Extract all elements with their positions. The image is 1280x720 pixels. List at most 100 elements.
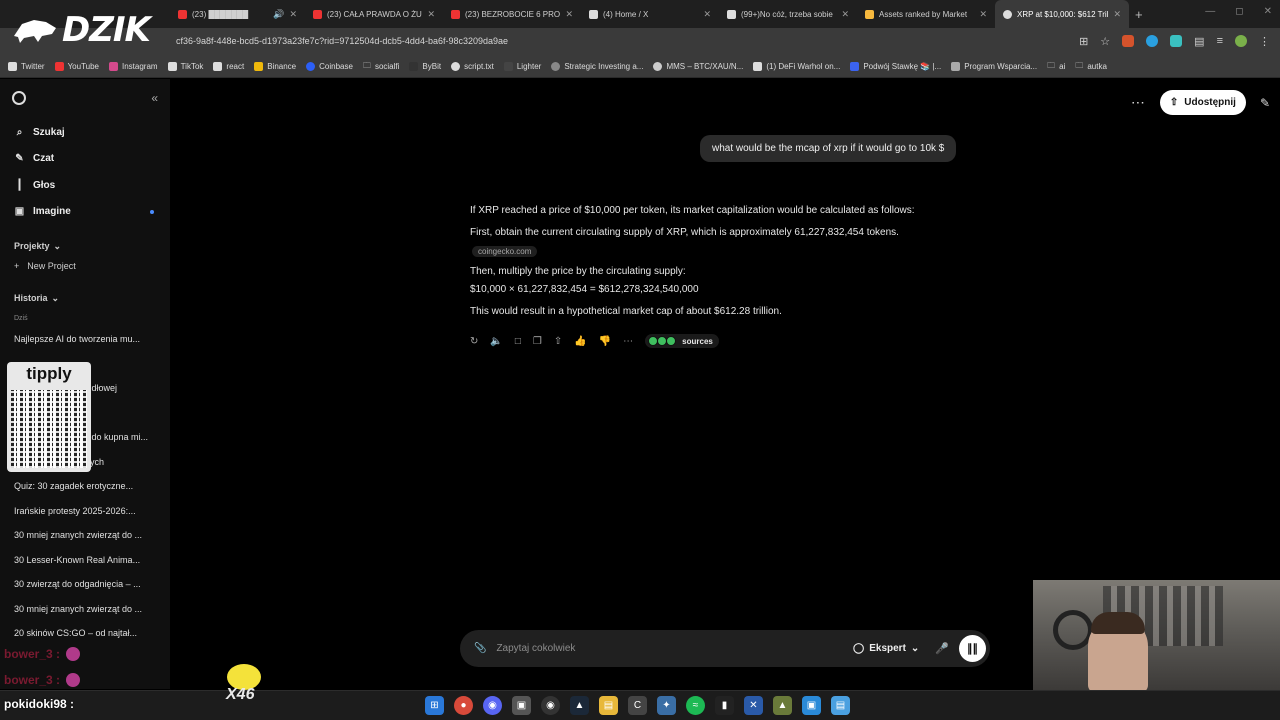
- microphone-icon[interactable]: 🎤: [935, 642, 949, 655]
- browser-tab[interactable]: (23) ███████ 🔊 ✕: [170, 0, 305, 28]
- minimize-icon[interactable]: —: [1205, 6, 1215, 17]
- history-item[interactable]: Najlepsze AI do tworzenia mu...: [0, 327, 160, 352]
- app-icon[interactable]: ▣: [512, 696, 531, 715]
- bookmark[interactable]: Instagram: [109, 62, 158, 71]
- bookmark[interactable]: react: [213, 62, 244, 71]
- browser-tab[interactable]: (4) Home / X ✕: [581, 0, 719, 28]
- close-tab-icon[interactable]: ✕: [427, 9, 435, 20]
- bookmark-star-icon[interactable]: ☆: [1100, 35, 1110, 48]
- regenerate-icon[interactable]: ↻: [470, 336, 478, 347]
- install-app-icon[interactable]: ⊞: [1079, 35, 1088, 48]
- sources-button[interactable]: sources: [645, 334, 719, 348]
- history-item[interactable]: 20 skinów CS:GO – od najtał...: [0, 621, 160, 646]
- read-aloud-icon[interactable]: 🔈: [490, 336, 502, 347]
- app-icon[interactable]: ▮: [715, 696, 734, 715]
- thumbs-down-icon[interactable]: 👎: [599, 336, 611, 347]
- bookmark-folder[interactable]: 🗀 ai: [1047, 60, 1065, 74]
- maximize-icon[interactable]: ◻: [1235, 6, 1243, 17]
- bookmark[interactable]: script.txt: [451, 62, 494, 71]
- extension-icon[interactable]: [1122, 35, 1135, 47]
- new-chat-icon[interactable]: ✎: [1260, 96, 1270, 110]
- sidebar-item-search[interactable]: ⌕ Szukaj: [6, 119, 164, 146]
- file-explorer-icon[interactable]: ▤: [599, 696, 618, 715]
- new-tab-icon[interactable]: +: [1135, 7, 1143, 22]
- bookmark[interactable]: Podwój Stawkę 📚 |...: [850, 62, 941, 71]
- bookmark[interactable]: Lighter: [503, 62, 541, 71]
- close-tab-icon[interactable]: ✕: [841, 9, 849, 20]
- windows-start-icon[interactable]: ⊞: [425, 696, 444, 715]
- voice-mode-button[interactable]: ∥∥: [959, 635, 986, 662]
- steam-icon[interactable]: ▲: [570, 696, 589, 715]
- comment-icon[interactable]: □: [515, 336, 521, 347]
- history-item[interactable]: 30 mniej znanych zwierząt do ...: [0, 523, 160, 548]
- x-icon[interactable]: ✕: [744, 696, 763, 715]
- history-item[interactable]: 30 Lesser-Known Real Anima...: [0, 548, 160, 573]
- close-tab-icon[interactable]: ✕: [289, 9, 297, 20]
- copy-icon[interactable]: ❐: [533, 336, 542, 347]
- more-icon[interactable]: ⋯: [623, 336, 633, 347]
- bookmark[interactable]: YouTube: [54, 62, 99, 71]
- close-tab-icon[interactable]: ✕: [1113, 9, 1121, 20]
- profile-avatar[interactable]: [1235, 35, 1247, 47]
- bookmark-folder[interactable]: 🗀 socialfi: [363, 60, 399, 74]
- spotify-icon[interactable]: ≈: [686, 696, 705, 715]
- discord-icon[interactable]: ◉: [483, 696, 502, 715]
- history-item[interactable]: Irańskie protesty 2025-2026:...: [0, 499, 160, 524]
- grok-logo-icon[interactable]: [12, 91, 26, 105]
- answer-paragraph: This would result in a hypothetical mark…: [470, 306, 782, 317]
- history-item[interactable]: Quiz: 30 zagadek erotyczne...: [0, 474, 160, 499]
- collapse-sidebar-icon[interactable]: «: [151, 91, 158, 105]
- close-tab-icon[interactable]: ✕: [565, 9, 573, 20]
- source-chip[interactable]: coingecko.com: [472, 246, 538, 257]
- obs-icon[interactable]: ◉: [541, 696, 560, 715]
- extension-icon[interactable]: [1146, 35, 1159, 47]
- bookmark[interactable]: Binance: [254, 62, 296, 71]
- close-window-icon[interactable]: ✕: [1264, 6, 1272, 17]
- bookmark[interactable]: Coinbase: [306, 62, 353, 71]
- coinbase-icon: [306, 62, 316, 71]
- mode-selector[interactable]: ◯ Ekspert ⌄: [853, 643, 919, 654]
- sidebar-item-chat[interactable]: ✎ Czat: [6, 146, 164, 173]
- browser-tab[interactable]: Assets ranked by Market ✕: [857, 0, 995, 28]
- close-tab-icon[interactable]: ✕: [703, 9, 711, 20]
- prompt-input[interactable]: [496, 643, 854, 654]
- new-project-button[interactable]: + New Project: [0, 255, 170, 277]
- bookmark[interactable]: Twitter: [8, 62, 45, 71]
- bookmark-folder[interactable]: 🗀 autka: [1075, 60, 1107, 74]
- history-header[interactable]: Historia ⌄: [0, 289, 170, 307]
- bookmark[interactable]: Strategic Investing a...: [551, 62, 643, 71]
- ccleaner-icon[interactable]: C: [628, 696, 647, 715]
- volume-icon[interactable]: 🔊: [273, 9, 284, 20]
- game-icon[interactable]: ▲: [773, 696, 792, 715]
- more-options-icon[interactable]: ⋯: [1131, 94, 1146, 111]
- history-item[interactable]: 30 zwierząt do odgadnięcia – ...: [0, 572, 160, 597]
- extensions-puzzle-icon[interactable]: ▤: [1194, 35, 1204, 48]
- browser-tab-active[interactable]: XRP at $10,000: $612 Trilli ✕: [995, 0, 1129, 28]
- projects-header[interactable]: Projekty ⌄: [0, 237, 170, 255]
- chrome-icon[interactable]: ●: [454, 696, 473, 715]
- thumbs-up-icon[interactable]: 👍: [574, 336, 586, 347]
- sidebar-item-voice[interactable]: ┃ Głos: [6, 172, 164, 199]
- bookmark[interactable]: (1) DeFi Warhol on...: [753, 62, 840, 71]
- tipply-logo-text: tipply: [26, 364, 72, 383]
- notepad-icon[interactable]: ▤: [831, 696, 850, 715]
- browser-tab[interactable]: (23) BEZROBOCIE 6 PROC ✕: [443, 0, 581, 28]
- sidebar-item-imagine[interactable]: ▣ Imagine: [6, 199, 164, 226]
- bookmark[interactable]: ByBit: [409, 62, 441, 71]
- bookmark[interactable]: TikTok: [167, 62, 203, 71]
- attach-icon[interactable]: 📎: [474, 643, 486, 654]
- app-icon[interactable]: ✦: [657, 696, 676, 715]
- app-icon[interactable]: ▣: [802, 696, 821, 715]
- menu-icon[interactable]: ⋮: [1259, 35, 1270, 48]
- share-button[interactable]: ⇧ Udostępnij: [1159, 90, 1246, 115]
- url-text[interactable]: cf36-9a8f-448e-bcd5-d1973a23fe7c?rid=971…: [176, 36, 508, 46]
- browser-tab[interactable]: (23) CAŁA PRAWDA O ŻU ✕: [305, 0, 443, 28]
- share-icon[interactable]: ⇧: [554, 336, 562, 347]
- history-item[interactable]: 30 mniej znanych zwierząt do ...: [0, 597, 160, 622]
- bookmark[interactable]: MMS – BTC/XAU/N...: [653, 62, 743, 71]
- bookmark[interactable]: Program Wsparcia...: [951, 62, 1037, 71]
- browser-tab[interactable]: (99+)No cóż, trzeba sobie ✕: [719, 0, 857, 28]
- close-tab-icon[interactable]: ✕: [979, 9, 987, 20]
- media-icon[interactable]: ≡: [1217, 35, 1223, 48]
- extension-icon[interactable]: [1170, 35, 1183, 47]
